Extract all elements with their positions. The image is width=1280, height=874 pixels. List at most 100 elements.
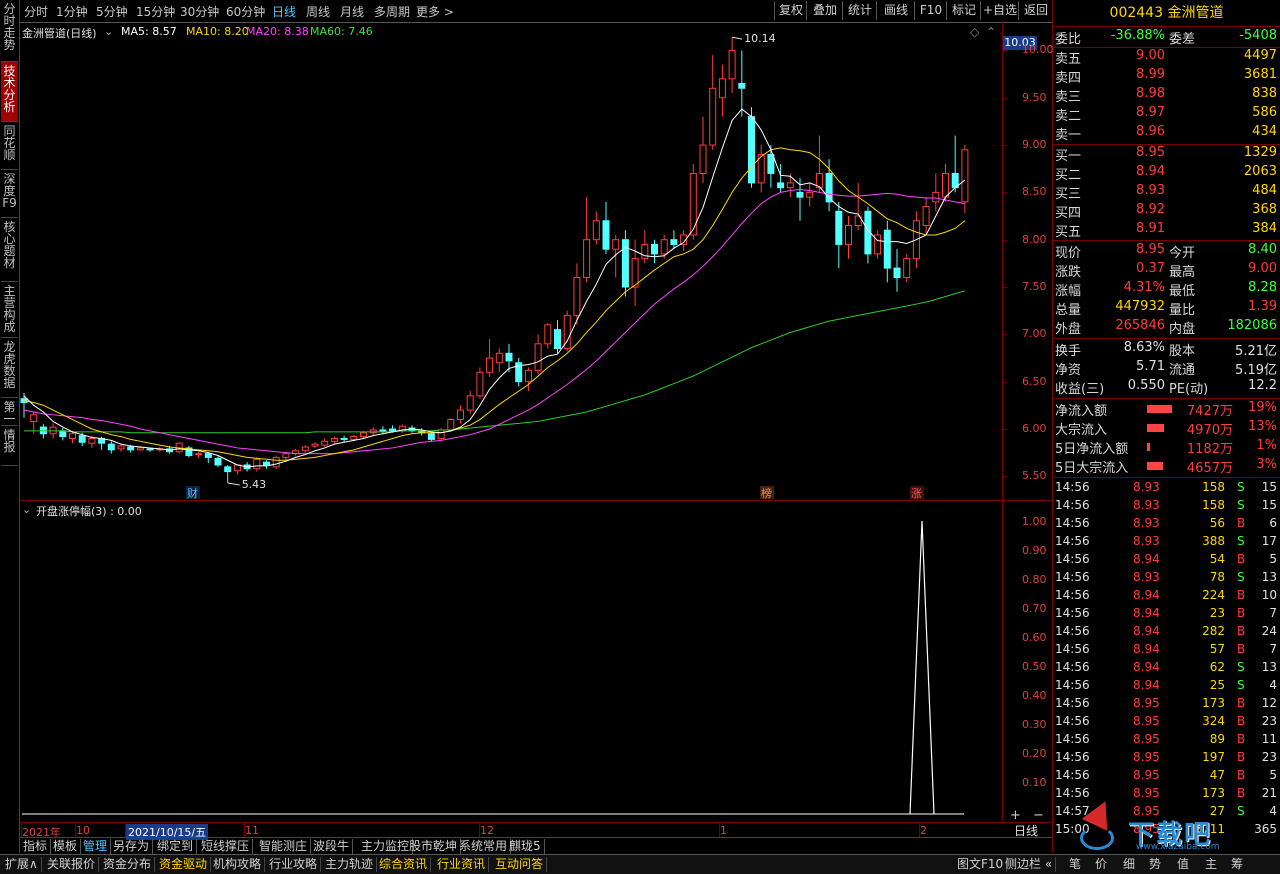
kline-chart-area[interactable]: 10.14 5.43 财 榜 涨 xyxy=(20,22,1002,500)
tool-button-3[interactable]: 画线 xyxy=(876,1,915,20)
candle-body xyxy=(534,343,542,371)
tool-button-2[interactable]: 统计 xyxy=(842,1,877,20)
side-tab-6[interactable]: 筹 xyxy=(1228,857,1246,872)
status-tab-3[interactable]: 资金驱动 xyxy=(156,857,212,872)
period-tab-6[interactable]: 日线 xyxy=(272,3,296,20)
asks-row[interactable]: 卖三 8.98 838 xyxy=(1055,86,1277,105)
tick-direction: S xyxy=(1237,534,1245,548)
indicator-tab-11[interactable]: 麒珑5 xyxy=(506,839,545,854)
asks-row[interactable]: 卖四 8.99 3681 xyxy=(1055,67,1277,86)
indicator-tab-6[interactable]: 智能测庄 xyxy=(256,839,312,854)
period-tab-1[interactable]: 1分钟 xyxy=(56,3,88,20)
left-tab-1[interactable]: 技术分析 xyxy=(1,62,18,122)
period-tab-9[interactable]: 多周期 xyxy=(374,3,410,20)
bids-row[interactable]: 买三 8.93 484 xyxy=(1055,183,1277,202)
quote-label: 最高 xyxy=(1169,265,1196,280)
tool-button-0[interactable]: 复权 xyxy=(774,1,807,20)
chart-scroll-up-icon[interactable]: ⌃ xyxy=(986,25,996,39)
left-tab-8[interactable]: 情报 xyxy=(1,426,18,466)
quote-value: 9.00 xyxy=(1248,261,1277,276)
tool-button-6[interactable]: +自选 xyxy=(980,1,1019,20)
period-tab-2[interactable]: 5分钟 xyxy=(96,3,128,20)
status-tab-5[interactable]: 行业攻略 xyxy=(266,857,322,872)
status-tab-8[interactable]: 行业资讯 xyxy=(434,857,490,872)
event-marker[interactable]: 榜 xyxy=(761,486,772,500)
indicator-tab-0[interactable]: 指标 xyxy=(20,839,52,854)
status-tab-6[interactable]: 主力轨迹 xyxy=(322,857,378,872)
chevron-down-icon[interactable]: ⌄ xyxy=(104,25,113,38)
tick-volume: 158 xyxy=(1202,498,1225,512)
candle-body xyxy=(486,357,494,373)
f10-graphic-button[interactable]: 图文F10 xyxy=(954,857,1008,872)
indicator-tab-7[interactable]: 波段牛 xyxy=(310,839,354,854)
indicator-tick: 0.10 xyxy=(1022,776,1047,789)
indicator-tab-2[interactable]: 管理 xyxy=(80,839,112,854)
status-tab-9[interactable]: 互动问答 xyxy=(492,857,548,872)
indicator-tab-3[interactable]: 另存为 xyxy=(110,839,154,854)
left-tab-3[interactable]: 深度F9 xyxy=(1,170,18,218)
tick-price: 8.95 xyxy=(1133,750,1160,764)
side-tab-1[interactable]: 价 xyxy=(1092,857,1110,872)
candle-body xyxy=(738,83,746,89)
side-tab-0[interactable]: 笔 xyxy=(1066,857,1084,872)
left-tab-5[interactable]: 主营构成 xyxy=(1,282,18,338)
candle-body xyxy=(340,437,348,440)
indicator-chart[interactable] xyxy=(20,501,1002,822)
status-tab-7[interactable]: 综合资讯 xyxy=(376,857,432,872)
asks-row[interactable]: 卖一 8.96 434 xyxy=(1055,124,1277,143)
status-tab-2[interactable]: 资金分布 xyxy=(100,857,156,872)
sidebar-toggle[interactable]: 侧边栏 « xyxy=(1002,857,1057,872)
left-tab-7[interactable]: 第一 xyxy=(1,398,18,426)
period-tab-5[interactable]: 60分钟 xyxy=(226,3,265,20)
tick-direction: S xyxy=(1237,498,1245,512)
period-tab-7[interactable]: 周线 xyxy=(306,3,330,20)
indicator-tab-1[interactable]: 模板 xyxy=(50,839,82,854)
bids-row[interactable]: 买二 8.94 2063 xyxy=(1055,164,1277,183)
tool-button-5[interactable]: 标记 xyxy=(946,1,981,20)
period-tab-0[interactable]: 分时 xyxy=(24,3,48,20)
bids-row[interactable]: 买五 8.91 384 xyxy=(1055,221,1277,240)
left-tab-6[interactable]: 龙虎数据 xyxy=(1,338,18,398)
status-tab-1[interactable]: 关联报价 xyxy=(44,857,100,872)
candle-body xyxy=(835,210,843,245)
period-tab-3[interactable]: 15分钟 xyxy=(136,3,175,20)
indicator-tab-9[interactable]: 股市乾坤 xyxy=(406,839,462,854)
left-tab-0[interactable]: 分时走势 xyxy=(1,0,18,62)
bids-row[interactable]: 买一 8.95 1329 xyxy=(1055,145,1277,164)
side-tab-3[interactable]: 势 xyxy=(1146,857,1164,872)
indicator-tab-10[interactable]: 系统常用 xyxy=(456,839,512,854)
asks-row[interactable]: 卖二 8.97 586 xyxy=(1055,105,1277,124)
tick-direction: S xyxy=(1237,480,1245,494)
date-label: 1 xyxy=(720,824,727,837)
candle-body xyxy=(748,116,755,184)
candle-body xyxy=(88,437,96,444)
status-tab-4[interactable]: 机构攻略 xyxy=(210,857,266,872)
tool-button-4[interactable]: F10 xyxy=(914,1,947,20)
indicator-tab-8[interactable]: 主力监控 xyxy=(358,839,414,854)
event-marker[interactable]: 涨 xyxy=(911,487,922,500)
event-marker[interactable]: 财 xyxy=(187,486,198,500)
indicator-chart-area[interactable] xyxy=(20,501,1002,822)
zoom-out-icon[interactable]: − xyxy=(1033,808,1044,823)
period-tab-10[interactable]: 更多 > xyxy=(416,3,454,20)
bids-row[interactable]: 买四 8.92 368 xyxy=(1055,202,1277,221)
indicator-tab-5[interactable]: 短线撑压 xyxy=(198,839,254,854)
zoom-in-icon[interactable]: + xyxy=(1010,808,1021,823)
chart-settings-icon[interactable]: ◇ xyxy=(970,25,979,39)
tool-button-7[interactable]: 返回 xyxy=(1018,1,1053,20)
period-tab-8[interactable]: 月线 xyxy=(340,3,364,20)
period-tab-4[interactable]: 30分钟 xyxy=(180,3,219,20)
asks-row[interactable]: 卖五 9.00 4497 xyxy=(1055,48,1277,67)
left-tab-2[interactable]: 同花顺 xyxy=(1,122,18,170)
side-tab-5[interactable]: 主 xyxy=(1202,857,1220,872)
status-tab-0[interactable]: 扩展∧ xyxy=(2,857,42,872)
kline-chart[interactable]: 10.14 5.43 财 榜 涨 xyxy=(20,22,1002,500)
tool-button-1[interactable]: 叠加 xyxy=(806,1,843,20)
capital-flow-bar xyxy=(1147,462,1163,470)
book-level-label: 买四 xyxy=(1055,206,1082,221)
left-tab-4[interactable]: 核心题材 xyxy=(1,218,18,282)
indicator-tab-4[interactable]: 绑定到 xyxy=(154,839,198,854)
side-tab-4[interactable]: 值 xyxy=(1174,857,1192,872)
candle-body xyxy=(136,447,144,451)
side-tab-2[interactable]: 细 xyxy=(1120,857,1138,872)
